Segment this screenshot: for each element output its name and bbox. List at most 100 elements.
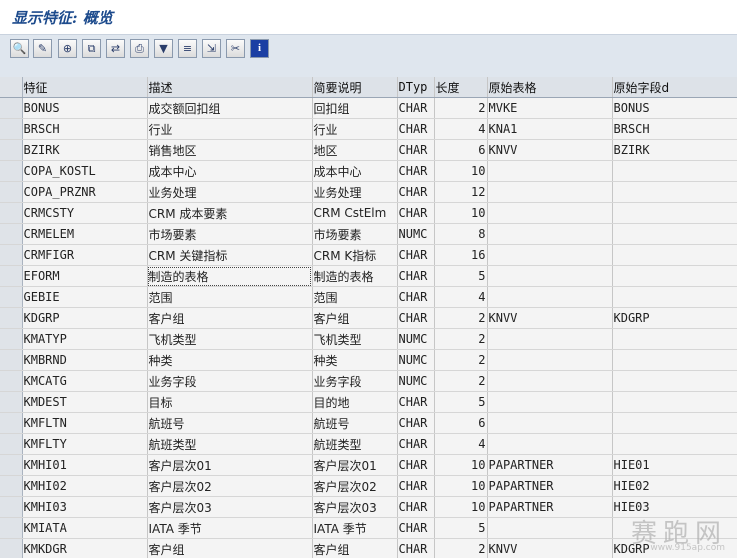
row-selector[interactable] (0, 118, 23, 140)
print-button[interactable]: ⎙ (130, 39, 149, 58)
column-header[interactable]: DTyp (397, 77, 435, 98)
table-cell[interactable] (612, 181, 737, 203)
table-row[interactable]: CRMCSTY CRM 成本要素 CRM CstElm CHAR 10 (0, 202, 737, 224)
row-selector[interactable] (0, 475, 23, 497)
table-cell[interactable]: KDGRP (22, 307, 148, 329)
table-cell[interactable]: 4 (434, 286, 488, 308)
select-all-cell[interactable] (0, 77, 23, 98)
table-cell[interactable]: PAPARTNER (487, 475, 613, 497)
table-cell[interactable]: CHAR (397, 160, 435, 182)
table-cell[interactable]: CHAR (397, 202, 435, 224)
table-cell[interactable]: BONUS (22, 97, 148, 119)
table-cell[interactable]: KMFLTN (22, 412, 148, 434)
table-cell[interactable]: 2 (434, 307, 488, 329)
table-cell[interactable]: 10 (434, 496, 488, 518)
table-cell[interactable] (612, 391, 737, 413)
table-row[interactable]: EFORM 制造的表格 制造的表格 CHAR 5 (0, 265, 737, 287)
row-selector[interactable] (0, 391, 23, 413)
table-cell[interactable]: 2 (434, 538, 488, 558)
table-cell[interactable] (612, 202, 737, 224)
table-cell[interactable]: 2 (434, 370, 488, 392)
table-cell[interactable]: KMHI02 (22, 475, 148, 497)
table-cell[interactable]: 市场要素 (147, 223, 313, 245)
table-row[interactable]: COPA_KOSTL 成本中心 成本中心 CHAR 10 (0, 160, 737, 182)
table-cell[interactable]: KNA1 (487, 118, 613, 140)
row-selector[interactable] (0, 202, 23, 224)
table-cell[interactable]: 10 (434, 202, 488, 224)
table-cell[interactable]: KNVV (487, 307, 613, 329)
table-cell[interactable]: 2 (434, 97, 488, 119)
table-cell[interactable]: 5 (434, 517, 488, 539)
table-cell[interactable]: 飞机类型 (147, 328, 313, 350)
column-header[interactable]: 长度 (434, 77, 488, 98)
table-cell[interactable]: CHAR (397, 454, 435, 476)
table-cell[interactable] (612, 349, 737, 371)
table-cell[interactable]: 16 (434, 244, 488, 266)
table-cell[interactable]: CHAR (397, 412, 435, 434)
column-header[interactable]: 原始表格 (487, 77, 613, 98)
table-cell[interactable]: KDGRP (612, 307, 737, 329)
edit-button[interactable]: ✎ (33, 39, 52, 58)
row-selector[interactable] (0, 307, 23, 329)
table-cell[interactable]: 成交额回扣组 (147, 97, 313, 119)
table-row[interactable]: KMDEST 目标 目的地 CHAR 5 (0, 391, 737, 413)
table-cell[interactable]: NUMC (397, 328, 435, 350)
table-cell[interactable]: 航班号 (147, 412, 313, 434)
row-selector[interactable] (0, 496, 23, 518)
table-cell[interactable] (612, 370, 737, 392)
table-cell[interactable]: MVKE (487, 97, 613, 119)
row-selector[interactable] (0, 517, 23, 539)
table-cell[interactable] (487, 160, 613, 182)
table-cell[interactable]: IATA 季节 (147, 517, 313, 539)
table-cell[interactable] (612, 412, 737, 434)
table-cell[interactable]: 2 (434, 328, 488, 350)
table-cell[interactable]: 4 (434, 433, 488, 455)
row-selector[interactable] (0, 538, 23, 558)
table-cell[interactable] (487, 349, 613, 371)
table-cell[interactable]: 2 (434, 349, 488, 371)
cut-button[interactable]: ✂ (226, 39, 245, 58)
row-selector[interactable] (0, 181, 23, 203)
table-cell[interactable]: 飞机类型 (312, 328, 398, 350)
table-cell[interactable]: 10 (434, 160, 488, 182)
table-cell[interactable]: CHAR (397, 139, 435, 161)
export-button[interactable]: ⇲ (202, 39, 221, 58)
table-cell[interactable]: CHAR (397, 391, 435, 413)
table-row[interactable]: KMFLTY 航班类型 航班类型 CHAR 4 (0, 433, 737, 455)
table-cell[interactable]: KMATYP (22, 328, 148, 350)
table-cell[interactable] (487, 391, 613, 413)
table-cell[interactable] (487, 328, 613, 350)
copy-button[interactable]: ⧉ (82, 39, 101, 58)
table-cell[interactable]: CHAR (397, 517, 435, 539)
table-cell[interactable]: BZIRK (612, 139, 737, 161)
table-cell[interactable]: NUMC (397, 223, 435, 245)
table-cell[interactable]: HIE01 (612, 454, 737, 476)
row-selector[interactable] (0, 97, 23, 119)
table-row[interactable]: BONUS 成交额回扣组 回扣组 CHAR 2 MVKE BONUS (0, 97, 737, 119)
table-cell[interactable]: 种类 (147, 349, 313, 371)
table-cell[interactable]: NUMC (397, 349, 435, 371)
table-cell[interactable]: 6 (434, 139, 488, 161)
table-cell[interactable]: PAPARTNER (487, 496, 613, 518)
table-cell[interactable]: CRM CstElm (312, 202, 398, 224)
row-selector[interactable] (0, 454, 23, 476)
sort-button[interactable]: ≡ (178, 39, 197, 58)
table-cell[interactable] (487, 433, 613, 455)
table-cell[interactable]: 范围 (312, 286, 398, 308)
create-button[interactable]: ⊕ (58, 39, 77, 58)
table-row[interactable]: KMCATG 业务字段 业务字段 NUMC 2 (0, 370, 737, 392)
column-header[interactable]: 简要说明 (312, 77, 398, 98)
row-selector[interactable] (0, 433, 23, 455)
table-cell[interactable]: 客户组 (312, 307, 398, 329)
row-selector[interactable] (0, 349, 23, 371)
table-row[interactable]: COPA_PRZNR 业务处理 业务处理 CHAR 12 (0, 181, 737, 203)
table-cell[interactable]: 客户层次01 (147, 454, 313, 476)
table-cell[interactable]: 6 (434, 412, 488, 434)
table-cell[interactable]: 业务字段 (147, 370, 313, 392)
table-cell[interactable]: HIE02 (612, 475, 737, 497)
table-cell[interactable] (487, 517, 613, 539)
table-cell[interactable]: CRM 成本要素 (147, 202, 313, 224)
row-selector[interactable] (0, 412, 23, 434)
table-cell[interactable]: 行业 (147, 118, 313, 140)
table-cell[interactable]: KMBRND (22, 349, 148, 371)
